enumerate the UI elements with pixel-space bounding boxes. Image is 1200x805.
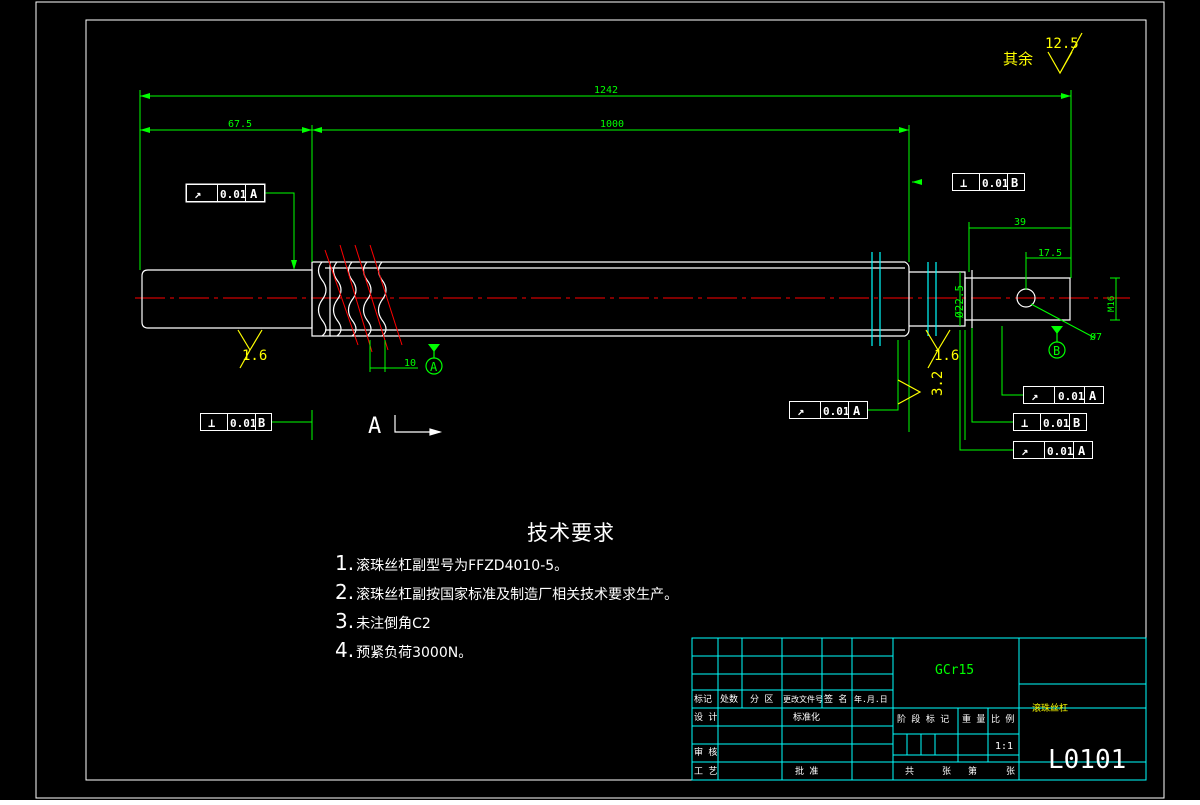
label-stage-mark: 阶 段 标 记 bbox=[897, 713, 949, 725]
roughness-right: 1.6 bbox=[934, 348, 959, 364]
tolerance-datum: A bbox=[853, 404, 861, 418]
datum-a-triangle bbox=[428, 344, 440, 352]
tolerance-symbol: ↗ bbox=[797, 404, 804, 418]
label-sheet: 张 bbox=[942, 766, 951, 777]
left-journal bbox=[141, 269, 313, 329]
dim-m16: M16 bbox=[1107, 296, 1117, 312]
roughness-bearing: 3.2 bbox=[930, 371, 946, 396]
tolerance-frame: ⊥ 0.01 B bbox=[1013, 413, 1087, 431]
tolerance-symbol: ↗ bbox=[1031, 389, 1038, 403]
thread-groove bbox=[317, 261, 327, 337]
tolerance-frame: ⊥ 0.01 B bbox=[200, 413, 272, 431]
label-count: 处数 bbox=[720, 693, 738, 705]
section-mark bbox=[394, 415, 443, 436]
thread-groove bbox=[347, 261, 357, 337]
tolerance-datum: B bbox=[1011, 176, 1018, 190]
part-name: 滚珠丝杠 bbox=[1032, 702, 1068, 714]
tolerance-value: 0.01 bbox=[1058, 390, 1085, 403]
label-zone: 分 区 bbox=[750, 694, 773, 705]
tolerance-frame: ↗ 0.01 A bbox=[185, 183, 266, 203]
tolerance-datum: A bbox=[1078, 444, 1086, 458]
label-weight: 重 量 bbox=[962, 713, 985, 725]
tech-item: 3. 未注倒角C2 bbox=[335, 609, 431, 633]
tolerance-value: 0.01 bbox=[230, 417, 257, 430]
tolerance-datum: B bbox=[1073, 416, 1080, 430]
scale-value: 1:1 bbox=[995, 741, 1013, 752]
roughness-left: 1.6 bbox=[242, 348, 267, 364]
label-scale: 比 例 bbox=[991, 713, 1014, 725]
label-design: 设 计 bbox=[694, 711, 717, 723]
datum-b: B bbox=[1053, 344, 1060, 358]
datum-labels: A B bbox=[428, 326, 1063, 374]
tech-title: 技术要求 bbox=[527, 521, 615, 545]
datum-a: A bbox=[430, 360, 438, 374]
tech-item-text: 滚珠丝杠副按国家标准及制造厂相关技术要求生产。 bbox=[356, 587, 679, 603]
tolerance-symbol: ⊥ bbox=[208, 416, 215, 430]
roughness-texts: 其余 12.5 1.6 1.6 3.2 bbox=[242, 36, 1079, 396]
tech-item: 4. 预紧负荷3000N。 bbox=[335, 638, 472, 662]
label-mark: 标记 bbox=[694, 693, 712, 705]
tolerance-frame: ↗ 0.01 A bbox=[1013, 441, 1093, 459]
datum-b-triangle bbox=[1051, 326, 1063, 334]
bearing-marks bbox=[871, 252, 937, 346]
tolerance-datum: B bbox=[258, 416, 265, 430]
tolerance-frame: ↗ 0.01 A bbox=[789, 401, 868, 419]
tech-item-text: 预紧负荷3000N。 bbox=[356, 645, 473, 661]
thread-groove bbox=[332, 261, 342, 337]
thread-step bbox=[311, 261, 331, 337]
tolerance-datum: A bbox=[1089, 389, 1097, 403]
tech-item-number: 4. bbox=[335, 638, 355, 662]
tolerance-value: 0.01 bbox=[982, 177, 1009, 190]
thread-groove bbox=[362, 261, 372, 337]
dim-overall: 1242 bbox=[594, 85, 618, 96]
thread-body bbox=[330, 261, 910, 337]
dim-left-end: 67.5 bbox=[228, 119, 252, 130]
label-sheet-2: 张 bbox=[1006, 766, 1015, 777]
label-change-doc: 更改文件号 bbox=[783, 694, 823, 704]
inner-frame bbox=[85, 19, 1147, 781]
tolerance-symbol: ↗ bbox=[194, 187, 201, 201]
section-label: A bbox=[368, 414, 381, 439]
label-sheet-no: 第 bbox=[968, 765, 977, 777]
tech-item-number: 1. bbox=[335, 551, 355, 575]
dimension-texts: 1242 67.5 1000 39 17.5 10 Ø7 Ø22.5 M16 bbox=[228, 85, 1117, 369]
roughness-other-label: 其余 bbox=[1003, 50, 1033, 68]
tolerance-value: 0.01 bbox=[1043, 417, 1070, 430]
dim-diameter: Ø22.5 bbox=[953, 285, 966, 318]
material: GCr15 bbox=[935, 663, 974, 678]
dim-hole-diameter: Ø7 bbox=[1090, 331, 1102, 343]
tech-item: 1. 滚珠丝杠副型号为FFZD4010-5。 bbox=[335, 551, 568, 575]
tolerance-datum: A bbox=[250, 187, 258, 201]
roughness-other-value: 12.5 bbox=[1045, 36, 1079, 52]
label-total-sheets: 共 bbox=[905, 766, 914, 777]
tolerance-frame: ⊥ 0.01 B bbox=[952, 173, 1025, 191]
tolerance-frames: ↗ 0.01 A ⊥ 0.01 B ⊥ 0.01 B ↗ 0.01 A ↗ 0.… bbox=[185, 173, 1104, 459]
tolerance-symbol: ⊥ bbox=[960, 176, 967, 190]
tech-item-text: 未注倒角C2 bbox=[356, 616, 431, 632]
drawing-svg: 1242 67.5 1000 39 17.5 10 Ø7 Ø22.5 M16 其… bbox=[35, 1, 1165, 799]
tech-item-text: 滚珠丝杠副型号为FFZD4010-5。 bbox=[356, 558, 569, 574]
label-standardization: 标准化 bbox=[793, 711, 820, 723]
label-review: 审 核 bbox=[694, 746, 717, 758]
tolerance-symbol: ⊥ bbox=[1021, 416, 1028, 430]
dim-hole-position: 17.5 bbox=[1038, 248, 1062, 259]
label-process: 工 艺 bbox=[694, 766, 717, 777]
label-date: 年.月.日 bbox=[854, 694, 888, 704]
tech-item-number: 2. bbox=[335, 580, 355, 604]
tolerance-symbol: ↗ bbox=[1021, 444, 1028, 458]
label-approve: 批 准 bbox=[795, 765, 818, 777]
tolerance-value: 0.01 bbox=[220, 188, 247, 201]
tolerance-value: 0.01 bbox=[823, 405, 850, 418]
tolerance-value: 0.01 bbox=[1047, 445, 1074, 458]
drawing-number: L0101 bbox=[1048, 745, 1126, 775]
shaft bbox=[141, 261, 1071, 337]
tech-item-number: 3. bbox=[335, 609, 355, 633]
dim-thread-step: 10 bbox=[404, 358, 416, 369]
tech-item: 2. 滚珠丝杠副按国家标准及制造厂相关技术要求生产。 bbox=[335, 580, 678, 604]
dim-thread-length: 1000 bbox=[600, 119, 624, 130]
dim-right-end: 39 bbox=[1014, 217, 1026, 228]
tolerance-frame: ↗ 0.01 A bbox=[1023, 386, 1104, 404]
drawing-canvas: 1242 67.5 1000 39 17.5 10 Ø7 Ø22.5 M16 其… bbox=[0, 0, 1200, 800]
label-sign: 签 名 bbox=[824, 693, 847, 705]
